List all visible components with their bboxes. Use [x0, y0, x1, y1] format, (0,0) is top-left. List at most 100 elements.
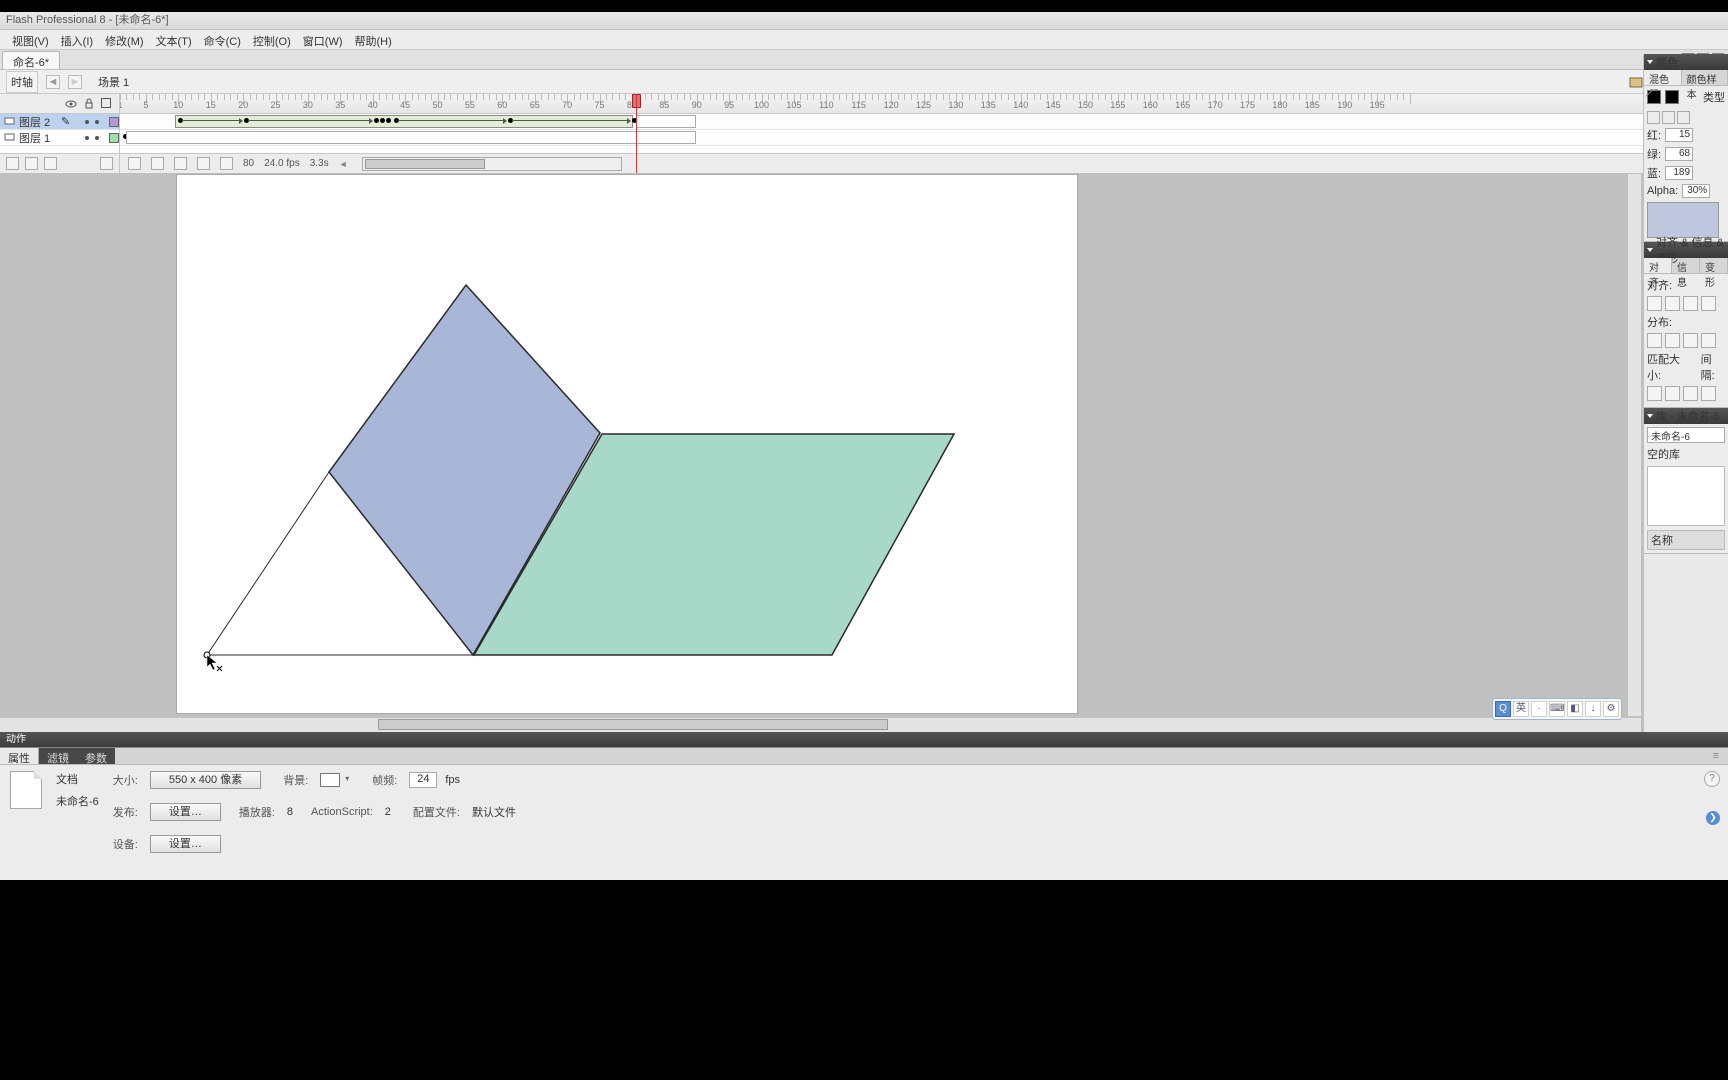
red-input[interactable]: 15	[1665, 128, 1693, 142]
align-top-icon[interactable]	[1701, 296, 1716, 311]
device-settings-button[interactable]: 设置…	[150, 835, 221, 853]
current-frame: 80	[243, 158, 254, 169]
tab-parameters[interactable]: 参数	[77, 748, 115, 764]
ime-width-icon[interactable]: ◧	[1567, 701, 1583, 717]
layer-color-swatch[interactable]	[109, 117, 119, 127]
cursor-icon	[206, 654, 224, 675]
help-icon[interactable]: ?	[1704, 771, 1720, 787]
fill-color-icon[interactable]	[1665, 90, 1679, 104]
align-panel-header[interactable]: 对齐 & 信息 & 变形	[1644, 242, 1728, 258]
ime-mode-icon[interactable]: Q	[1495, 701, 1511, 717]
stage-hscroll[interactable]	[0, 717, 1641, 732]
panel-menu-icon[interactable]: ≡	[1710, 748, 1722, 764]
alpha-label: Alpha:	[1647, 185, 1678, 197]
library-preview	[1647, 466, 1725, 526]
stage[interactable]	[0, 174, 1727, 732]
frame-rate: 24.0 fps	[264, 158, 300, 169]
dist-left-icon[interactable]	[1701, 333, 1716, 348]
menu-control[interactable]: 控制(O)	[247, 30, 297, 49]
outline-column-icon[interactable]	[101, 98, 113, 110]
ime-settings-icon[interactable]: ⚙	[1603, 701, 1619, 717]
info-icon[interactable]: ❯	[1706, 811, 1720, 825]
modify-markers-icon[interactable]	[220, 157, 233, 170]
color-panel-header[interactable]: 颜色	[1644, 54, 1728, 70]
tab-info[interactable]: 信息	[1672, 258, 1700, 273]
library-doc-select[interactable]	[1647, 427, 1725, 443]
menu-command[interactable]: 命令(C)	[198, 30, 247, 49]
menu-help[interactable]: 帮助(H)	[349, 30, 398, 49]
tab-swatches[interactable]: 颜色样本	[1682, 70, 1728, 85]
no-color-icon[interactable]	[1662, 111, 1675, 124]
lock-column-icon[interactable]	[83, 98, 95, 110]
green-input[interactable]: 68	[1665, 147, 1693, 161]
stage-vscroll[interactable]	[1627, 174, 1641, 716]
add-folder-icon[interactable]	[44, 157, 57, 170]
size-button[interactable]: 550 x 400 像素	[150, 771, 261, 789]
library-name-header[interactable]: 名称	[1647, 530, 1725, 550]
timeline-scrollbar[interactable]	[362, 157, 622, 171]
swap-colors-icon[interactable]	[1647, 111, 1660, 124]
align-right-icon[interactable]	[1683, 296, 1698, 311]
stroke-color-icon[interactable]	[1647, 90, 1661, 104]
layer-color-swatch[interactable]	[109, 133, 119, 143]
tab-filters[interactable]: 滤镜	[39, 748, 77, 764]
match-w-icon[interactable]	[1647, 386, 1662, 401]
publish-label: 发布:	[113, 804, 138, 820]
dist-top-icon[interactable]	[1647, 333, 1662, 348]
fps-input[interactable]: 24	[409, 772, 437, 788]
menu-view[interactable]: 视图(V)	[6, 30, 55, 49]
tab-properties[interactable]: 属性	[0, 748, 39, 764]
space-h-icon[interactable]	[1701, 386, 1716, 401]
layer-row[interactable]: 图层 1	[0, 130, 119, 146]
layer-name: 图层 2	[19, 114, 50, 130]
default-colors-icon[interactable]	[1677, 111, 1690, 124]
timeline-toggle[interactable]: 时轴	[6, 71, 38, 93]
track-layer-1[interactable]	[120, 130, 1728, 146]
onion-skin-icon[interactable]	[151, 157, 164, 170]
stage-artwork	[0, 174, 1300, 732]
visibility-column-icon[interactable]	[65, 98, 77, 110]
actions-panel-header[interactable]: 动作	[0, 732, 1728, 748]
ime-keyboard-icon[interactable]: ⌨	[1549, 701, 1565, 717]
menu-window[interactable]: 窗口(W)	[297, 30, 349, 49]
blue-input[interactable]: 189	[1665, 166, 1693, 180]
track-layer-2[interactable]	[120, 114, 1728, 130]
layer-name: 图层 1	[19, 130, 50, 146]
ime-punct-icon[interactable]: ·	[1531, 701, 1547, 717]
frame-ruler[interactable]: 1510152025303540455055606570758085909510…	[120, 94, 1728, 114]
add-layer-icon[interactable]	[6, 157, 19, 170]
add-guide-icon[interactable]	[25, 157, 38, 170]
center-frame-icon[interactable]	[128, 157, 141, 170]
nav-back-icon[interactable]: ◄	[46, 75, 60, 89]
properties-panel: 文档 未命名-6 大小: 550 x 400 像素 背景: 帧频: 24 fps…	[0, 764, 1728, 880]
dist-bottom-icon[interactable]	[1683, 333, 1698, 348]
tab-mixer[interactable]: 混色器	[1644, 70, 1682, 85]
bg-label: 背景:	[283, 772, 308, 788]
ime-toolbar[interactable]: Q 英 · ⌨ ◧ ↓ ⚙	[1492, 698, 1622, 720]
edit-multi-icon[interactable]	[197, 157, 210, 170]
dist-vcenter-icon[interactable]	[1665, 333, 1680, 348]
bg-color-swatch[interactable]	[320, 773, 340, 787]
fps-unit: fps	[445, 774, 460, 786]
menu-modify[interactable]: 修改(M)	[99, 30, 150, 49]
layer-row[interactable]: 图层 2 ✎	[0, 114, 119, 130]
ime-lang[interactable]: 英	[1513, 701, 1529, 717]
doc-tab[interactable]: 命名-6*	[2, 51, 60, 69]
tab-align[interactable]: 对齐	[1644, 258, 1672, 273]
library-panel-header[interactable]: 库 - 未命名-6	[1644, 408, 1728, 424]
red-label: 红:	[1647, 127, 1661, 143]
edit-scene-icon[interactable]	[1628, 74, 1644, 90]
ime-down-icon[interactable]: ↓	[1585, 701, 1601, 717]
match-wh-icon[interactable]	[1683, 386, 1698, 401]
align-hcenter-icon[interactable]	[1665, 296, 1680, 311]
alpha-input[interactable]: 30%	[1682, 184, 1710, 198]
onion-outline-icon[interactable]	[174, 157, 187, 170]
nav-fwd-icon[interactable]: ►	[68, 75, 82, 89]
tab-transform[interactable]: 变形	[1700, 258, 1728, 273]
menu-text[interactable]: 文本(T)	[150, 30, 198, 49]
match-h-icon[interactable]	[1665, 386, 1680, 401]
publish-settings-button[interactable]: 设置…	[150, 803, 221, 821]
align-left-icon[interactable]	[1647, 296, 1662, 311]
delete-layer-icon[interactable]	[100, 157, 113, 170]
menu-insert[interactable]: 插入(I)	[55, 30, 99, 49]
